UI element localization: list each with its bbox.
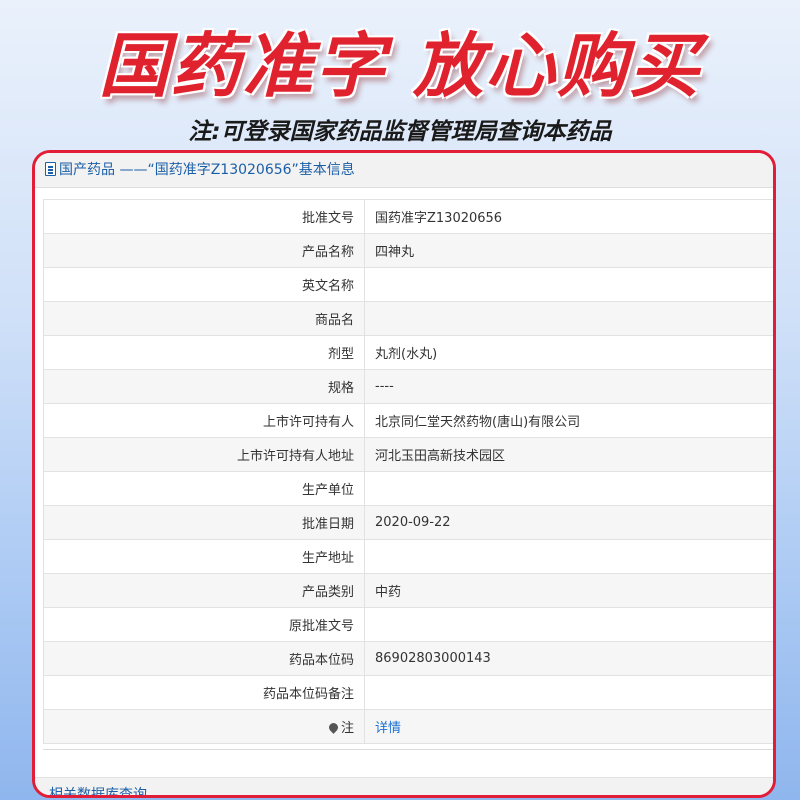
row-label-manufacturer: 生产单位 bbox=[43, 471, 365, 506]
panel-title: 国产药品 ——“国药准字Z13020656”基本信息 bbox=[59, 162, 355, 178]
row-label-english-name: 英文名称 bbox=[43, 267, 365, 302]
drug-info-panel: 国产药品 ——“国药准字Z13020656”基本信息 批准文号 国药准字Z130… bbox=[32, 150, 776, 798]
row-label-license-holder: 上市许可持有人 bbox=[43, 403, 365, 438]
panel-header: 国产药品 ——“国药准字Z13020656”基本信息 bbox=[35, 153, 773, 188]
drug-info-table: 批准文号 国药准字Z13020656 产品名称 四神丸 英文名称 商品名 剂型 … bbox=[43, 199, 773, 744]
row-value-original-approval-number bbox=[364, 607, 773, 642]
row-value-specification: ---- bbox=[364, 369, 773, 404]
row-label-product-category: 产品类别 bbox=[43, 573, 365, 608]
row-label-note: 注 bbox=[43, 709, 365, 744]
row-value-drug-code-remark bbox=[364, 675, 773, 710]
table-row: 上市许可持有人 北京同仁堂天然药物(唐山)有限公司 bbox=[43, 403, 773, 438]
table-row: 药品本位码 86902803000143 bbox=[43, 641, 773, 676]
row-value-english-name bbox=[364, 267, 773, 302]
row-label-approval-number: 批准文号 bbox=[43, 199, 365, 234]
row-label-trade-name: 商品名 bbox=[43, 301, 365, 336]
row-label-product-name: 产品名称 bbox=[43, 233, 365, 268]
row-label-original-approval-number: 原批准文号 bbox=[43, 607, 365, 642]
row-label-approval-date: 批准日期 bbox=[43, 505, 365, 540]
row-value-product-name: 四神丸 bbox=[364, 233, 773, 268]
table-row: 上市许可持有人地址 河北玉田高新技术园区 bbox=[43, 437, 773, 472]
row-value-trade-name bbox=[364, 301, 773, 336]
row-value-license-holder-address: 河北玉田高新技术园区 bbox=[364, 437, 773, 472]
row-value-license-holder: 北京同仁堂天然药物(唐山)有限公司 bbox=[364, 403, 773, 438]
banner-title: 国药准字 放心购买 bbox=[98, 25, 702, 107]
row-value-drug-code: 86902803000143 bbox=[364, 641, 773, 676]
table-row: 产品类别 中药 bbox=[43, 573, 773, 608]
row-label-drug-code-remark: 药品本位码备注 bbox=[43, 675, 365, 710]
table-row: 批准文号 国药准字Z13020656 bbox=[43, 199, 773, 234]
row-value-approval-date: 2020-09-22 bbox=[364, 505, 773, 540]
details-link[interactable]: 详情 bbox=[375, 721, 401, 736]
document-icon bbox=[45, 162, 56, 176]
table-row: 批准日期 2020-09-22 bbox=[43, 505, 773, 540]
row-value-dosage-form: 丸剂(水丸) bbox=[364, 335, 773, 370]
table-row: 商品名 bbox=[43, 301, 773, 336]
row-value-production-address bbox=[364, 539, 773, 574]
row-value-approval-number: 国药准字Z13020656 bbox=[364, 199, 773, 234]
table-row: 原批准文号 bbox=[43, 607, 773, 642]
table-row: 产品名称 四神丸 bbox=[43, 233, 773, 268]
verification-notice: 注:可登录国家药品监督管理局查询本药品 bbox=[188, 119, 612, 145]
table-bottom-divider bbox=[43, 749, 773, 750]
row-label-production-address: 生产地址 bbox=[43, 539, 365, 574]
note-label: 注 bbox=[340, 721, 354, 736]
table-row: 注 详情 bbox=[43, 709, 773, 744]
related-database-link[interactable]: 相关数据库查询 bbox=[49, 786, 147, 795]
row-label-specification: 规格 bbox=[43, 369, 365, 404]
row-label-license-holder-address: 上市许可持有人地址 bbox=[43, 437, 365, 472]
pin-icon bbox=[327, 721, 340, 734]
table-row: 生产地址 bbox=[43, 539, 773, 574]
row-value-note: 详情 bbox=[364, 709, 773, 744]
table-row: 规格 ---- bbox=[43, 369, 773, 404]
row-value-manufacturer bbox=[364, 471, 773, 506]
table-row: 剂型 丸剂(水丸) bbox=[43, 335, 773, 370]
related-database-bar: 相关数据库查询 bbox=[35, 777, 773, 795]
table-row: 生产单位 bbox=[43, 471, 773, 506]
row-value-product-category: 中药 bbox=[364, 573, 773, 608]
row-label-dosage-form: 剂型 bbox=[43, 335, 365, 370]
table-row: 药品本位码备注 bbox=[43, 675, 773, 710]
table-row: 英文名称 bbox=[43, 267, 773, 302]
row-label-drug-code: 药品本位码 bbox=[43, 641, 365, 676]
